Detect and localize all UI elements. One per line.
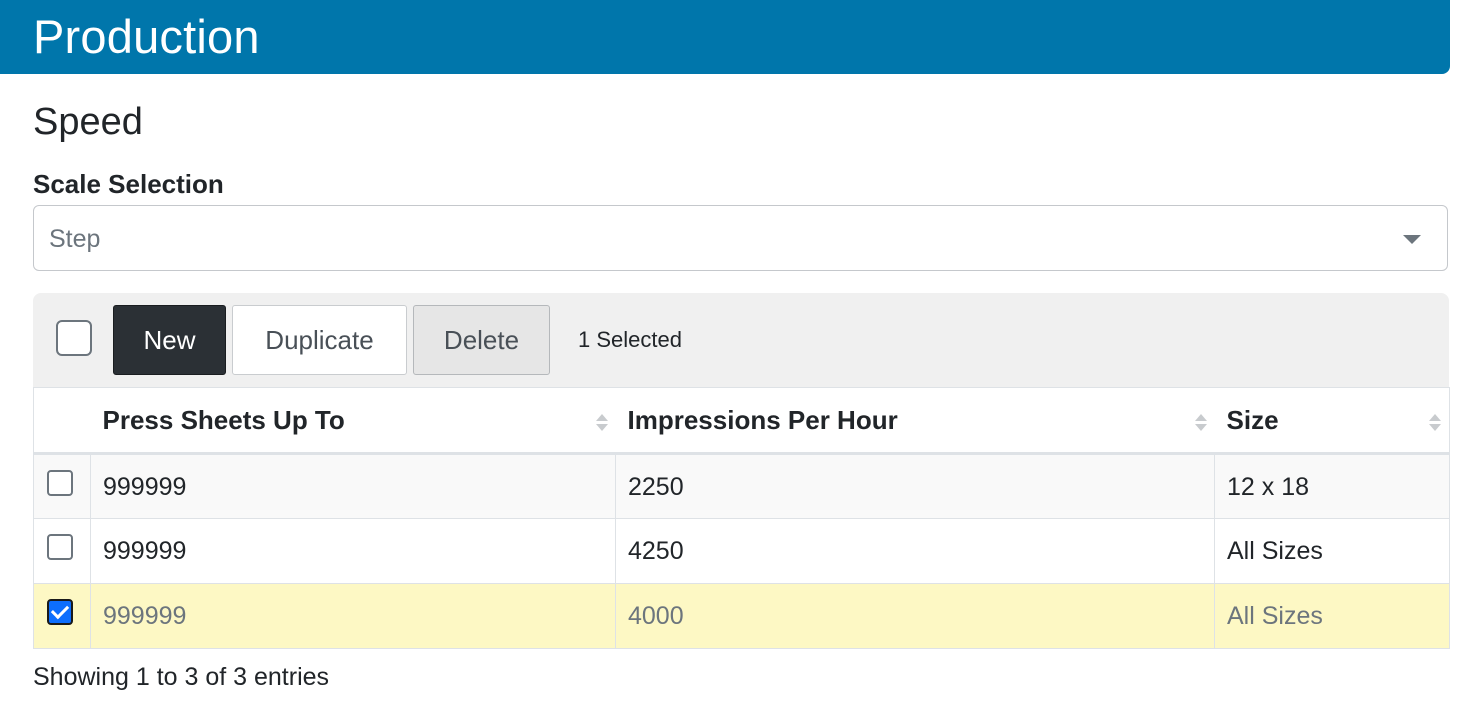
sort-icon[interactable] xyxy=(1194,414,1207,432)
selected-count: 1 Selected xyxy=(578,327,682,352)
cell-size: All Sizes xyxy=(1214,518,1450,584)
row-checkbox[interactable] xyxy=(47,470,73,496)
scale-selection-dropdown[interactable]: Step xyxy=(33,205,1448,271)
cell-impressions: 4250 xyxy=(615,518,1215,584)
grid-toolbar: New Duplicate Delete 1 Selected xyxy=(33,293,1449,387)
cell-size: 12 x 18 xyxy=(1214,453,1450,519)
speed-grid: New Duplicate Delete 1 Selected Press Sh… xyxy=(33,293,1450,655)
sort-icon[interactable] xyxy=(595,414,608,432)
scale-selection-value: Step xyxy=(49,225,101,253)
column-header-label: Impressions Per Hour xyxy=(627,404,898,435)
cell-impressions: 2250 xyxy=(615,453,1215,519)
table-info: Showing 1 to 3 of 3 entries xyxy=(33,663,330,691)
column-header-press-sheets[interactable]: Press Sheets Up To xyxy=(90,387,616,455)
duplicate-button[interactable]: Duplicate xyxy=(232,305,407,375)
cell-press-sheets: 999999 xyxy=(90,583,616,649)
header-checkbox-column xyxy=(33,387,91,455)
table-row[interactable]: 999999 4000 All Sizes xyxy=(33,583,1450,649)
sort-icon[interactable] xyxy=(1429,414,1441,432)
row-checkbox-checked[interactable] xyxy=(47,599,73,625)
column-header-impressions[interactable]: Impressions Per Hour xyxy=(615,387,1215,455)
cell-press-sheets: 999999 xyxy=(90,453,616,519)
table-row[interactable]: 999999 2250 12 x 18 xyxy=(33,453,1450,519)
chevron-down-icon xyxy=(1403,235,1421,244)
table-row[interactable]: 999999 4250 All Sizes xyxy=(33,518,1450,584)
column-header-label: Press Sheets Up To xyxy=(102,404,345,435)
page-title: Production xyxy=(33,10,260,63)
row-checkbox[interactable] xyxy=(47,534,73,560)
cell-size: All Sizes xyxy=(1214,583,1450,649)
row-checkbox-cell xyxy=(33,518,91,584)
column-header-label: Size xyxy=(1226,404,1279,435)
table-header-row: Press Sheets Up To Impressions Per Hour … xyxy=(33,387,1450,455)
section-title: Speed xyxy=(33,101,143,143)
cell-press-sheets: 999999 xyxy=(90,518,616,584)
cell-impressions: 4000 xyxy=(615,583,1215,649)
row-checkbox-cell xyxy=(33,453,91,519)
scale-selection-label: Scale Selection xyxy=(33,169,224,199)
page-header: Production xyxy=(0,0,1450,74)
select-all-checkbox[interactable] xyxy=(56,320,92,356)
column-header-size[interactable]: Size xyxy=(1214,387,1450,455)
new-button[interactable]: New xyxy=(113,305,226,375)
row-checkbox-cell xyxy=(33,583,91,649)
speed-table: Press Sheets Up To Impressions Per Hour … xyxy=(33,387,1450,649)
delete-button[interactable]: Delete xyxy=(413,305,550,375)
